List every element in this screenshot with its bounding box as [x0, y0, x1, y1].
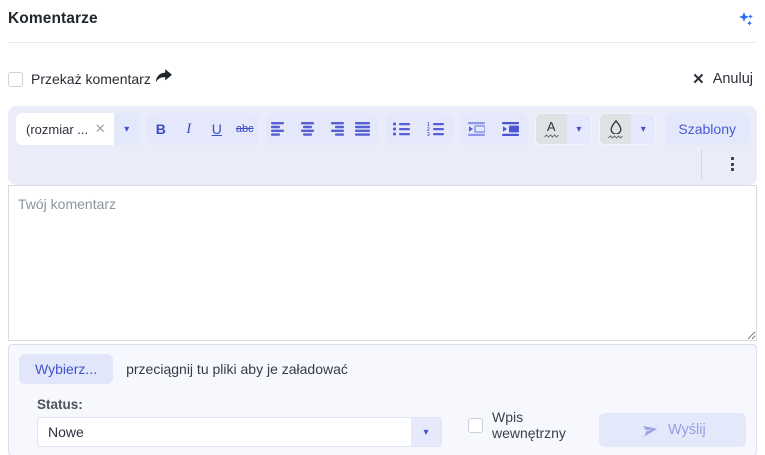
- chevron-down-icon: ▾: [641, 124, 646, 135]
- upload-row: Wybierz... przeciągnij tu pliki aby je z…: [19, 354, 746, 384]
- bold-button[interactable]: B: [147, 114, 175, 144]
- cancel-button[interactable]: ✕ Anuluj: [692, 70, 757, 88]
- highlight-color-button[interactable]: [600, 114, 631, 144]
- kebab-menu-icon[interactable]: [715, 149, 749, 179]
- internal-entry-label: Wpis wewnętrzny: [492, 409, 599, 441]
- bullet-list-button[interactable]: [385, 114, 419, 144]
- text-color-control: A ▾: [535, 113, 592, 145]
- align-justify-icon: [355, 122, 372, 136]
- chevron-down-icon: ▾: [124, 124, 129, 135]
- comments-panel: Komentarze Przekaż komentarz ✕ Anuluj: [0, 0, 765, 455]
- toolbar-row-2: [16, 147, 749, 181]
- list-group: 123: [385, 113, 453, 145]
- align-right-icon: [327, 122, 344, 136]
- align-justify-button[interactable]: [350, 114, 378, 144]
- header: Komentarze: [8, 8, 757, 43]
- bold-icon: B: [156, 121, 166, 137]
- text-color-button[interactable]: A: [536, 114, 567, 144]
- ai-sparkles-icon[interactable]: [738, 11, 755, 33]
- text-color-dropdown-button[interactable]: ▾: [567, 114, 591, 144]
- send-button[interactable]: Wyślij: [599, 413, 746, 447]
- numbered-list-button[interactable]: 123: [419, 114, 453, 144]
- status-select[interactable]: Nowe ▾: [37, 417, 442, 447]
- attachment-status-panel: Wybierz... przeciągnij tu pliki aby je z…: [8, 344, 757, 455]
- outdent-icon: [468, 122, 485, 136]
- align-left-icon: [271, 122, 288, 136]
- send-icon: [639, 422, 658, 438]
- clear-icon[interactable]: ✕: [95, 121, 106, 137]
- strikethrough-button[interactable]: abc: [231, 114, 259, 144]
- send-label: Wyślij: [668, 422, 706, 438]
- alignment-group: [266, 113, 378, 145]
- close-icon: ✕: [692, 70, 705, 88]
- choose-file-button[interactable]: Wybierz...: [19, 354, 113, 384]
- font-size-value[interactable]: (rozmiar ... ✕: [16, 113, 114, 145]
- italic-icon: I: [186, 121, 191, 138]
- internal-entry-checkbox[interactable]: [468, 418, 483, 433]
- underline-icon: U: [212, 121, 222, 137]
- internal-entry-group: Wpis wewnętrzny: [468, 409, 599, 441]
- highlight-color-dropdown-button[interactable]: ▾: [631, 114, 655, 144]
- editor-toolbar: (rozmiar ... ✕ ▾ B I U abc: [8, 106, 757, 185]
- italic-button[interactable]: I: [175, 114, 203, 144]
- numbered-list-icon: 123: [427, 122, 444, 136]
- indent-group: [460, 113, 528, 145]
- forward-icon: [155, 69, 172, 89]
- status-label: Status:: [37, 397, 442, 412]
- font-size-placeholder: (rozmiar ...: [26, 122, 88, 137]
- forward-comment-label: Przekaż komentarz: [31, 71, 151, 87]
- comment-input[interactable]: [8, 185, 757, 341]
- page-title: Komentarze: [8, 10, 98, 28]
- font-size-dropdown-button[interactable]: ▾: [114, 113, 140, 145]
- drag-drop-hint: przeciągnij tu pliki aby je załadować: [126, 361, 348, 377]
- align-center-icon: [299, 122, 316, 136]
- indent-button[interactable]: [494, 114, 528, 144]
- font-size-select[interactable]: (rozmiar ... ✕ ▾: [16, 113, 140, 145]
- indent-icon: [502, 122, 519, 136]
- align-right-button[interactable]: [322, 114, 350, 144]
- bullet-list-icon: [393, 122, 410, 136]
- strikethrough-icon: abc: [236, 123, 254, 135]
- droplet-icon: [610, 120, 622, 134]
- forward-comment-checkbox[interactable]: [8, 72, 23, 87]
- zigzag-underline-icon: [544, 134, 559, 138]
- text-color-icon: A: [547, 120, 556, 133]
- toolbar-row-1: (rozmiar ... ✕ ▾ B I U abc: [16, 111, 749, 147]
- toolbar-divider: [701, 149, 702, 179]
- align-left-button[interactable]: [266, 114, 294, 144]
- zigzag-underline-icon: [608, 135, 623, 139]
- chevron-down-icon: ▾: [423, 427, 428, 438]
- footer-row: Status: Nowe ▾ Wpis wewnętrzny Wyślij: [19, 397, 746, 447]
- highlight-color-control: ▾: [599, 113, 656, 145]
- status-block: Status: Nowe ▾: [37, 397, 442, 447]
- text-style-group: B I U abc: [147, 113, 259, 145]
- status-dropdown-button[interactable]: ▾: [411, 418, 441, 446]
- svg-text:3: 3: [427, 132, 430, 136]
- templates-button[interactable]: Szablony: [665, 113, 749, 145]
- status-selected-value: Nowe: [38, 418, 411, 446]
- cancel-label: Anuluj: [713, 71, 753, 87]
- forward-comment-group: Przekaż komentarz: [8, 69, 172, 89]
- chevron-down-icon: ▾: [576, 124, 581, 135]
- actions-row: Przekaż komentarz ✕ Anuluj: [8, 67, 757, 91]
- underline-button[interactable]: U: [203, 114, 231, 144]
- outdent-button[interactable]: [460, 114, 494, 144]
- align-center-button[interactable]: [294, 114, 322, 144]
